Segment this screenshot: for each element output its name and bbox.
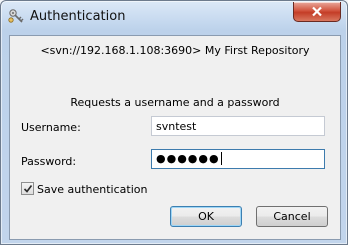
checkmark-icon [23,185,33,193]
dialog-body: <svn://192.168.1.108:3690> My First Repo… [9,35,341,240]
repository-realm: <svn://192.168.1.108:3690> My First Repo… [40,44,310,57]
close-icon [312,6,322,17]
cancel-button[interactable]: Cancel [256,206,328,227]
window-title: Authentication [30,9,126,24]
text-caret [220,151,222,165]
dialog-window: Authentication <svn://192.168.1.108:3690… [0,0,348,245]
username-label: Username: [21,121,81,134]
save-authentication-checkbox[interactable] [21,182,34,195]
save-authentication-label[interactable]: Save authentication [37,183,147,196]
password-mask: ●●●●●● [156,152,220,165]
password-label: Password: [21,155,77,168]
title-bar[interactable]: Authentication [1,1,347,34]
auth-prompt: Requests a username and a password [70,96,280,109]
ok-button[interactable]: OK [170,206,242,227]
keys-icon [7,8,25,26]
close-button[interactable] [293,2,341,22]
password-field[interactable]: ●●●●●● [151,149,325,169]
username-field[interactable]: svntest [151,116,325,136]
username-value: svntest [156,120,197,133]
